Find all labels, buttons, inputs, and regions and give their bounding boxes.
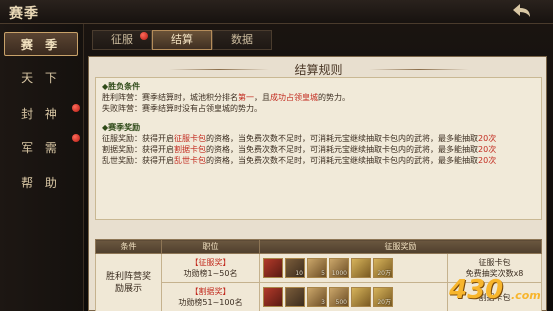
sidebar-item-help[interactable]: 帮 助 xyxy=(4,171,78,195)
tab-data[interactable]: 数据 xyxy=(212,30,272,50)
victory-heading: ◆胜负条件 xyxy=(102,82,141,91)
scroll-icon[interactable]: 5 xyxy=(307,258,327,278)
reward-items-cell: 10 5 1000 20万 xyxy=(259,253,448,283)
gold-coin-icon[interactable]: 20万 xyxy=(373,258,393,278)
notification-dot xyxy=(72,134,80,142)
rank-cell: 【割据奖】 功勋榜51~100名 xyxy=(161,282,260,311)
win-rule: 胜利阵营：赛季结算时，城池积分排名第一，且成功占领皇城的势力。 xyxy=(102,93,350,102)
notification-dot xyxy=(140,32,148,40)
window-title: 赛季 xyxy=(9,6,39,22)
site-watermark-logo: 430 .com xyxy=(449,275,541,305)
column-header: 征服奖励 xyxy=(259,239,542,254)
condition-cell: 胜利阵营奖励展示 xyxy=(95,253,162,311)
gold-coin-icon[interactable]: 20万 xyxy=(373,287,393,307)
column-header: 条件 xyxy=(95,239,162,254)
general-card-icon[interactable] xyxy=(285,287,305,307)
reward-items-cell: 3 500 20万 xyxy=(259,282,448,311)
general-card-icon[interactable] xyxy=(263,258,283,278)
general-card-icon[interactable] xyxy=(263,287,283,307)
sidebar-item-world[interactable]: 天 下 xyxy=(4,66,78,90)
lose-rule: 失败阵营：赛季结算时没有占领皇城的势力。 xyxy=(102,104,262,113)
sidebar-item-deify[interactable]: 封 神 xyxy=(4,102,78,126)
game-window: 赛季 赛 季 天 下 封 神 军 需 帮 助 征服 结算 数据 结算规则 ◆胜负… xyxy=(0,0,553,311)
scroll-icon[interactable]: 3 xyxy=(307,287,327,307)
back-arrow-icon[interactable] xyxy=(509,2,533,22)
rank-cell: 【征服奖】 功勋榜1~50名 xyxy=(161,253,260,283)
gold-coin-icon[interactable] xyxy=(351,258,371,278)
reward-rule-separatist: 割据奖励：获得开启割据卡包的资格，当免费次数不足时，可消耗元宝继续抽取卡包内的武… xyxy=(102,145,497,154)
wood-icon[interactable]: 1000 xyxy=(329,258,349,278)
rules-box: ◆胜负条件 胜利阵营：赛季结算时，城池积分排名第一，且成功占领皇城的势力。 失败… xyxy=(95,77,542,220)
settlement-panel: 结算规则 ◆胜负条件 胜利阵营：赛季结算时，城池积分排名第一，且成功占领皇城的势… xyxy=(88,56,547,311)
reward-rule-chaos: 乱世奖励：获得开启乱世卡包的资格，当免费次数不足时，可消耗元宝继续抽取卡包内的武… xyxy=(102,156,497,165)
column-header: 职位 xyxy=(161,239,260,254)
top-bar: 赛季 xyxy=(0,0,553,24)
gold-coin-icon[interactable] xyxy=(351,287,371,307)
wood-icon[interactable]: 500 xyxy=(329,287,349,307)
table-header-row: 条件 职位 征服奖励 xyxy=(95,239,542,254)
panel-title: 结算规则 xyxy=(294,63,343,77)
tab-settlement[interactable]: 结算 xyxy=(152,30,212,50)
reward-heading: ◆赛季奖励 xyxy=(102,123,141,132)
notification-dot xyxy=(72,104,80,112)
sidebar-item-season[interactable]: 赛 季 xyxy=(4,32,78,56)
main-content: 征服 结算 数据 结算规则 ◆胜负条件 胜利阵营：赛季结算时，城池积分排名第一，… xyxy=(88,26,549,311)
general-card-icon[interactable]: 10 xyxy=(285,258,305,278)
reward-rule-conquest: 征服奖励：获得开启征服卡包的资格，当免费次数不足时，可消耗元宝继续抽取卡包内的武… xyxy=(102,134,497,143)
title-divider xyxy=(369,69,469,70)
sidebar-item-supplies[interactable]: 军 需 xyxy=(4,136,78,160)
sidebar: 赛 季 天 下 封 神 军 需 帮 助 xyxy=(0,24,84,311)
